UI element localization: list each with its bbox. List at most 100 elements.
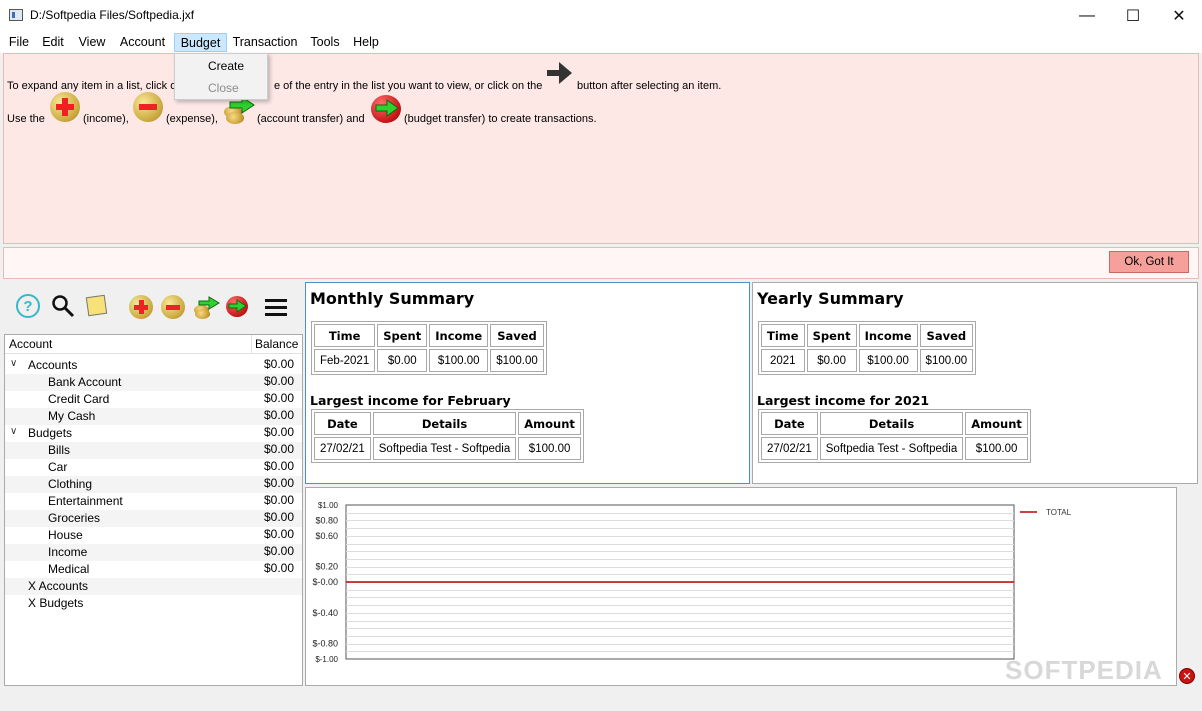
tree-item-medical[interactable]: Medical $0.00 [5, 561, 302, 578]
menu-edit[interactable]: Edit [38, 33, 68, 52]
menu-bar: File Edit View Account Budget Transactio… [0, 31, 1202, 53]
table-header: Date [761, 412, 818, 435]
tree-item-label: Groceries [48, 511, 101, 525]
tree-item-label: Income [48, 545, 88, 559]
yearly-summary-title: Yearly Summary [757, 289, 904, 308]
info-text-budget: (budget transfer) to create transactions… [404, 113, 597, 125]
account-tree: Account Balance ∨ Accounts $0.00 Bank Ac… [4, 334, 303, 686]
menu-budget-close: Close [208, 81, 239, 95]
table-cell: 2021 [761, 349, 805, 372]
tree-item-groceries[interactable]: Groceries $0.00 [5, 510, 302, 527]
title-bar: D:/Softpedia Files/Softpedia.jxf — ☐ ✕ [0, 0, 1202, 31]
tree-balance: $0.00 [263, 459, 294, 473]
tree-item-label: X Budgets [28, 596, 84, 610]
tree-item-bills[interactable]: Bills $0.00 [5, 442, 302, 459]
menu-file[interactable]: File [4, 33, 34, 52]
menu-tools[interactable]: Tools [307, 33, 343, 52]
window-title: D:/Softpedia Files/Softpedia.jxf [30, 8, 195, 22]
table-cell: $100.00 [965, 437, 1028, 460]
tree-item-house[interactable]: House $0.00 [5, 527, 302, 544]
search-icon[interactable] [51, 294, 75, 318]
tree-balance: $0.00 [263, 476, 294, 490]
menu-budget[interactable]: Budget [174, 33, 227, 52]
table-cell: Softpedia Test - Softpedia [372, 437, 517, 460]
tree-balance: $0.00 [263, 510, 294, 524]
chevron-down-icon[interactable]: ∨ [10, 358, 17, 369]
table-header: Date [314, 412, 371, 435]
budget-transfer-tool-icon[interactable] [226, 296, 248, 317]
table-row: 2021 $0.00 $100.00 $100.00 [761, 349, 974, 372]
tree-header-balance[interactable]: Balance [255, 337, 298, 351]
monthly-summary-title: Monthly Summary [310, 289, 475, 308]
tree-balance: $0.00 [263, 357, 294, 371]
tree-item-label: Bank Account [48, 375, 122, 389]
tree-balance: $0.00 [263, 527, 294, 541]
menu-help[interactable]: Help [349, 33, 383, 52]
info-text-1c: button after selecting an item. [577, 80, 722, 92]
ok-got-it-button[interactable]: Ok, Got It [1109, 251, 1189, 273]
minimize-button[interactable]: — [1064, 0, 1110, 31]
tree-item-label: Bills [48, 443, 71, 457]
chevron-down-icon[interactable]: ∨ [10, 426, 17, 437]
watermark: SOFTPEDIA [1005, 655, 1163, 685]
tree-item-my-cash[interactable]: My Cash $0.00 [5, 408, 302, 425]
yearly-summary-panel: Yearly Summary Time Spent Income Saved 2… [752, 282, 1198, 484]
table-cell: $0.00 [806, 349, 857, 372]
tree-item-income[interactable]: Income $0.00 [5, 544, 302, 561]
right-arrow-icon [547, 62, 572, 84]
add-income-icon[interactable] [129, 295, 153, 319]
tree-group-accounts[interactable]: ∨ Accounts $0.00 [5, 357, 302, 374]
tree-item-x-accounts[interactable]: X Accounts [5, 578, 302, 595]
menu-view[interactable]: View [74, 33, 110, 52]
yearly-summary-table: Time Spent Income Saved 2021 $0.00 $100.… [758, 321, 977, 375]
tree-header-account[interactable]: Account [9, 337, 52, 351]
chart-y-tick-label: $0.80 [315, 515, 338, 525]
chart-y-tick-label: $-0.40 [312, 608, 338, 618]
tree-item-clothing[interactable]: Clothing $0.00 [5, 476, 302, 493]
chart-y-tick-label: $-1.00 [315, 655, 338, 664]
maximize-button[interactable]: ☐ [1110, 0, 1156, 31]
tree-group-budgets[interactable]: ∨ Budgets $0.00 [5, 425, 302, 442]
table-header: Income [858, 324, 918, 347]
menu-budget-create[interactable]: Create [175, 56, 267, 76]
info-text-income: (income), [83, 113, 129, 125]
menu-account[interactable]: Account [114, 33, 171, 52]
table-cell: $100.00 [858, 349, 918, 372]
chart-y-tick-label: $-0.80 [312, 639, 338, 649]
app-icon [9, 9, 23, 21]
tree-item-bank-account[interactable]: Bank Account $0.00 [5, 374, 302, 391]
table-cell: 27/02/21 [761, 437, 818, 460]
table-header: Details [372, 412, 517, 435]
tree-balance: $0.00 [263, 408, 294, 422]
tree-item-credit-card[interactable]: Credit Card $0.00 [5, 391, 302, 408]
add-expense-icon[interactable] [161, 295, 185, 319]
monthly-largest-income-title: Largest income for February [310, 393, 511, 408]
table-header: Amount [518, 412, 581, 435]
table-row: Feb-2021 $0.00 $100.00 $100.00 [314, 349, 544, 372]
tree-item-x-budgets[interactable]: X Budgets [5, 595, 302, 612]
table-header: Income [429, 324, 489, 347]
close-circle-icon[interactable]: ✕ [1179, 668, 1195, 684]
monthly-summary-table: Time Spent Income Saved Feb-2021 $0.00 $… [311, 321, 547, 375]
help-icon[interactable]: ? [16, 294, 40, 318]
budget-dropdown-menu: Create Close [174, 53, 268, 100]
table-header: Amount [965, 412, 1028, 435]
tree-item-entertainment[interactable]: Entertainment $0.00 [5, 493, 302, 510]
table-cell: 27/02/21 [314, 437, 371, 460]
note-icon[interactable] [85, 294, 108, 317]
yearly-largest-income-table: Date Details Amount 27/02/21 Softpedia T… [758, 409, 1031, 463]
hamburger-menu-icon[interactable] [264, 297, 288, 317]
tree-item-label: Clothing [48, 477, 93, 491]
info-text-expense: (expense), [166, 113, 218, 125]
table-header: Details [819, 412, 964, 435]
tree-item-label: X Accounts [28, 579, 89, 593]
tree-item-car[interactable]: Car $0.00 [5, 459, 302, 476]
table-row: 27/02/21 Softpedia Test - Softpedia $100… [314, 437, 581, 460]
info-text-transfer: (account transfer) and [257, 113, 365, 125]
table-cell: $100.00 [919, 349, 974, 372]
table-header: Saved [490, 324, 544, 347]
account-transfer-tool-icon[interactable] [192, 294, 220, 320]
close-window-button[interactable]: ✕ [1156, 0, 1202, 31]
table-cell: $0.00 [377, 349, 428, 372]
menu-transaction[interactable]: Transaction [231, 33, 299, 52]
